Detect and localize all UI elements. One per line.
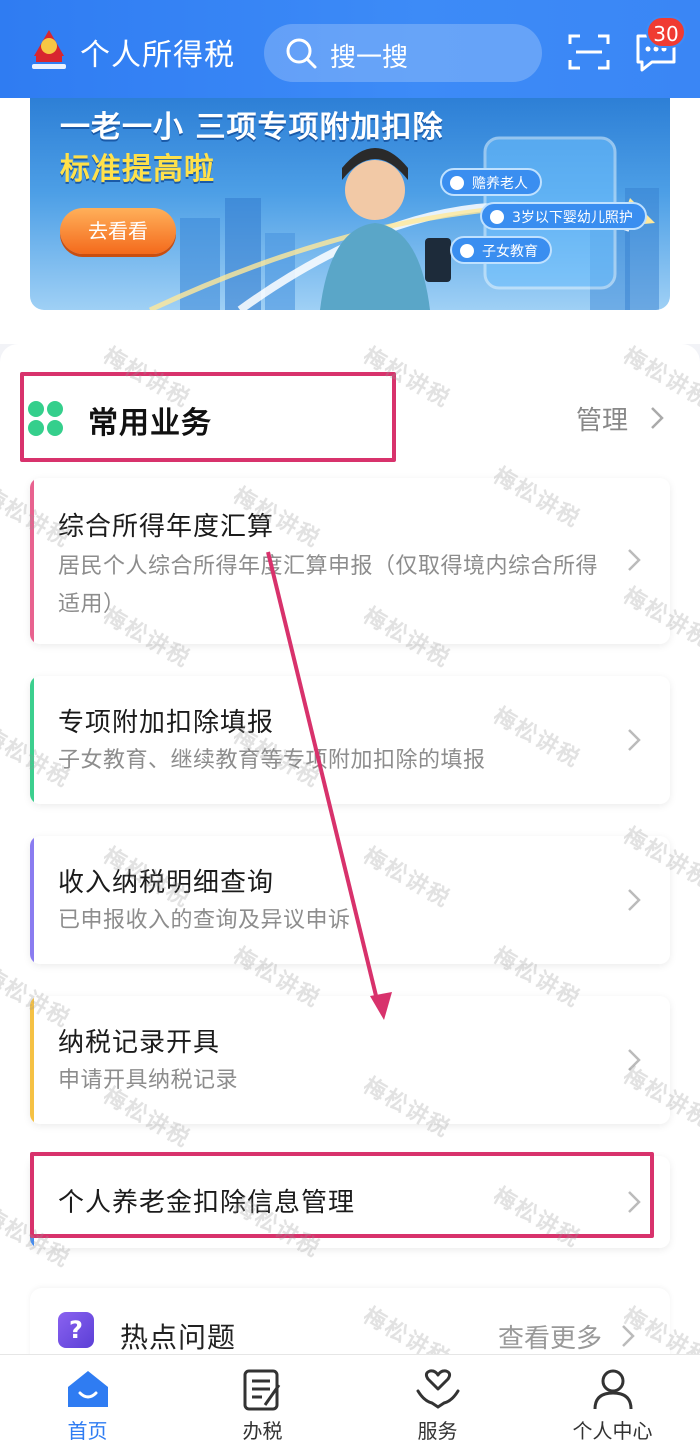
card-title: 收入纳税明细查询: [58, 868, 275, 898]
card-accent-bar: [30, 478, 34, 644]
banner-tag-elderly: 赡养老人: [440, 168, 542, 196]
service-card-annual-settlement[interactable]: 综合所得年度汇算 居民个人综合所得年度汇算申报（仅取得境内综合所得适用）: [30, 478, 670, 644]
search-label: 搜一搜: [330, 43, 409, 73]
card-title: 综合所得年度汇算: [58, 512, 275, 542]
hot-questions-title: 热点问题: [120, 1321, 237, 1354]
card-description: 已申报收入的查询及异议申诉: [58, 908, 351, 933]
card-accent-bar: [30, 676, 34, 804]
user-icon: [593, 1369, 633, 1410]
tag-label: 赡养老人: [472, 176, 528, 192]
tab-home[interactable]: 首页: [0, 1355, 175, 1449]
card-accent-bar: [30, 996, 34, 1124]
question-icon: ?: [58, 1312, 94, 1348]
banner-section: 一老一小 三项专项附加扣除 标准提高啦 去看看 赡养老人 3岁以下婴幼儿照护 子…: [0, 98, 700, 344]
services-title: 常用业务: [88, 406, 212, 441]
card-title: 专项附加扣除填报: [58, 708, 275, 738]
service-card-special-deduction[interactable]: 专项附加扣除填报 子女教育、继续教育等专项附加扣除的填报: [30, 676, 670, 804]
app-title: 个人所得税: [80, 38, 235, 73]
service-hands-icon: [416, 1369, 460, 1409]
tab-label: 首页: [67, 1419, 108, 1443]
grid-icon: [28, 401, 64, 437]
service-card-tax-record[interactable]: 纳税记录开具 申请开具纳税记录: [30, 996, 670, 1124]
banner-title: 一老一小 三项专项附加扣除: [60, 110, 444, 145]
card-accent-bar: [30, 836, 34, 964]
banner-tag-education: 子女教育: [450, 236, 552, 264]
view-more-link[interactable]: 查看更多: [498, 1318, 602, 1355]
manage-link[interactable]: 管理: [576, 400, 628, 437]
chevron-right-icon: [628, 729, 641, 751]
banner-tag-infant: 3岁以下婴幼儿照护: [480, 202, 647, 230]
pension-card-highlight: [30, 1152, 654, 1238]
tab-label: 服务: [417, 1419, 458, 1443]
message-badge: 30: [646, 16, 686, 48]
tax-form-icon: [243, 1369, 281, 1411]
card-description: 子女教育、继续教育等专项附加扣除的填报: [58, 748, 486, 773]
scan-icon[interactable]: [568, 32, 610, 72]
chevron-right-icon: [628, 889, 641, 911]
tag-label: 子女教育: [482, 244, 538, 260]
promo-banner[interactable]: 一老一小 三项专项附加扣除 标准提高啦 去看看 赡养老人 3岁以下婴幼儿照护 子…: [30, 98, 670, 310]
tab-service[interactable]: 服务: [350, 1355, 525, 1449]
search-icon: [286, 38, 317, 69]
top-header: 个人所得税 搜一搜 30: [0, 0, 700, 98]
tab-label: 个人中心: [572, 1419, 653, 1443]
card-description: 居民个人综合所得年度汇算申报（仅取得境内综合所得适用）: [58, 554, 599, 617]
person-icon: [450, 176, 464, 190]
home-icon: [68, 1371, 108, 1407]
hot-questions-section: ? 热点问题 查看更多: [30, 1288, 670, 1358]
graduation-cap-icon: [460, 244, 474, 258]
card-description: 申请开具纳税记录: [58, 1068, 239, 1093]
tag-label: 3岁以下婴幼儿照护: [512, 210, 633, 226]
chevron-right-icon: [628, 1049, 641, 1071]
search-box[interactable]: 搜一搜: [264, 24, 542, 82]
service-card-income-query[interactable]: 收入纳税明细查询 已申报收入的查询及异议申诉: [30, 836, 670, 964]
tab-profile[interactable]: 个人中心: [525, 1355, 700, 1449]
chevron-right-icon: [651, 407, 664, 429]
chevron-right-icon: [628, 549, 641, 571]
chevron-right-icon: [622, 1325, 635, 1347]
tab-label: 办税: [242, 1419, 283, 1443]
card-title: 纳税记录开具: [58, 1028, 221, 1058]
banner-subtitle: 标准提高啦: [60, 152, 215, 187]
tax-emblem-icon: [32, 30, 66, 69]
banner-go-button[interactable]: 去看看: [60, 208, 176, 254]
bottom-tab-bar: 首页 办税 服务 个人中心: [0, 1354, 700, 1449]
baby-icon: [490, 210, 504, 224]
tab-tax[interactable]: 办税: [175, 1355, 350, 1449]
